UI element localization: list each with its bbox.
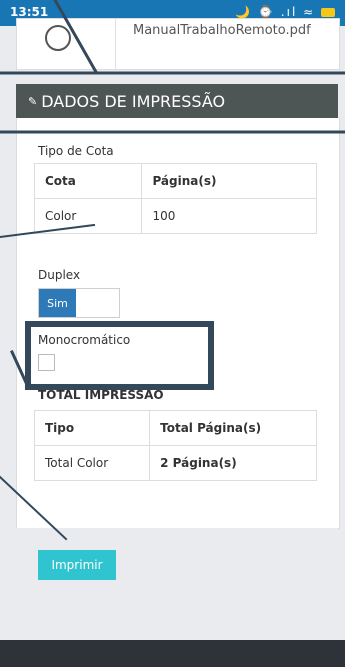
section-title: DADOS DE IMPRESSÃO: [41, 91, 226, 111]
table-header-row: Cota Página(s): [33, 163, 317, 199]
status-time: 13:51: [10, 5, 49, 19]
col-total-paginas: Total Página(s): [149, 410, 317, 446]
cota-table: Cota Página(s) Color 100: [33, 163, 317, 234]
col-paginas: Página(s): [141, 163, 317, 199]
edit-icon: ✎: [28, 94, 38, 108]
col-cota: Cota: [33, 163, 143, 199]
battery-icon: [321, 8, 335, 17]
section-header: ✎ DADOS DE IMPRESSÃO: [16, 84, 338, 118]
cell-paginas: 100: [141, 198, 317, 234]
table-row: Total Color 2 Página(s): [33, 445, 317, 481]
cell-total: 2 Página(s): [149, 445, 317, 481]
status-icons: 🌙 ⌚ .ıl ≈: [235, 5, 335, 19]
file-name: ManualTrabalhoRemoto.pdf: [133, 23, 311, 38]
table-header-row: Tipo Total Página(s): [33, 410, 317, 446]
mono-checkbox[interactable]: [38, 354, 55, 371]
cell-tipo: Total Color: [33, 445, 151, 481]
duplex-toggle[interactable]: Sim: [38, 288, 120, 318]
divider: [115, 19, 116, 69]
status-icons-text: 🌙 ⌚ .ıl ≈: [235, 5, 316, 19]
duplex-on: Sim: [39, 289, 76, 317]
duplex-label: Duplex: [38, 268, 81, 282]
total-table: Tipo Total Página(s) Total Color 2 Págin…: [33, 410, 317, 481]
col-tipo: Tipo: [33, 410, 151, 446]
file-card[interactable]: ManualTrabalhoRemoto.pdf: [16, 18, 340, 70]
print-button[interactable]: Imprimir: [38, 550, 116, 580]
footer-bar: [0, 640, 345, 667]
table-row: Color 100: [33, 198, 317, 234]
cota-label: Tipo de Cota: [38, 144, 114, 158]
mono-label: Monocromático: [38, 333, 131, 347]
cell-cota: Color: [33, 198, 143, 234]
file-radio[interactable]: [45, 25, 71, 51]
total-label: TOTAL IMPRESSÃO: [38, 388, 164, 402]
